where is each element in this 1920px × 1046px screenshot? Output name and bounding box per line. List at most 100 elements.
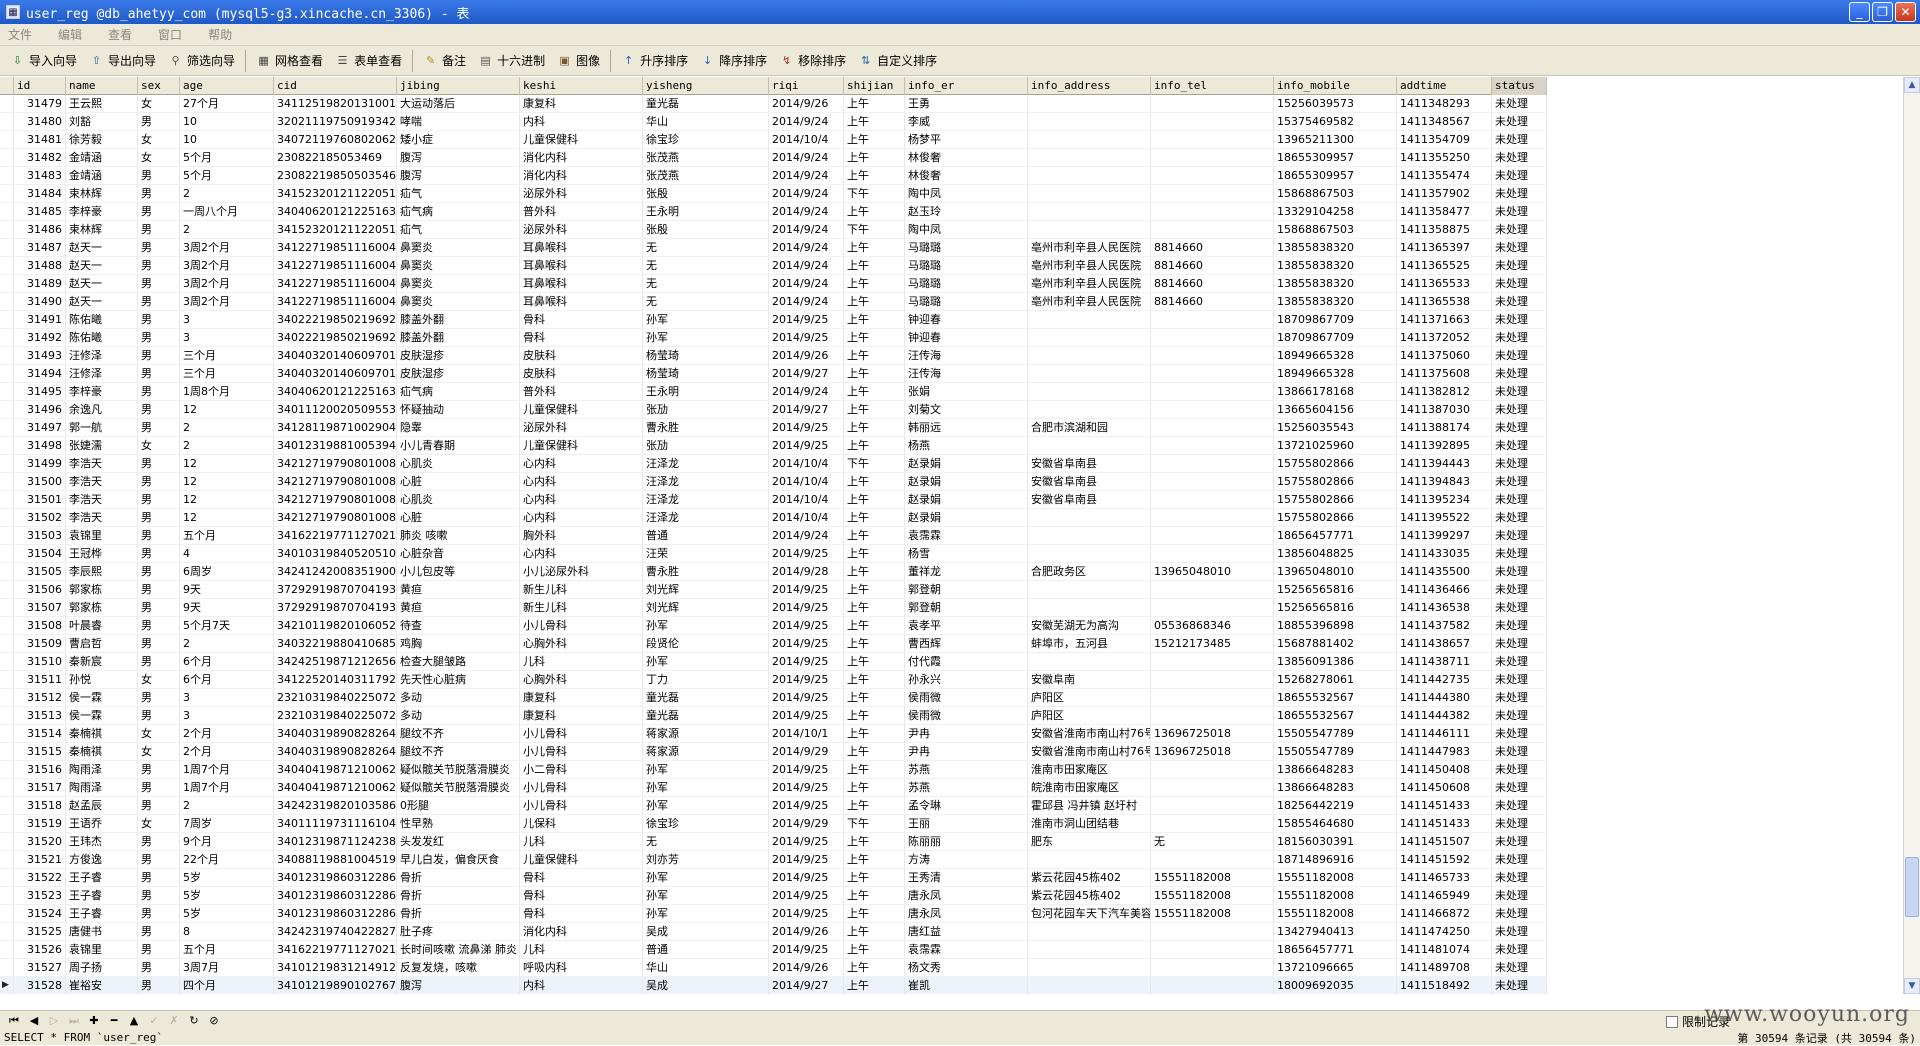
- cell-yisheng[interactable]: 张茂燕: [643, 149, 769, 166]
- cell-age[interactable]: 10: [180, 113, 274, 130]
- cell-shijian[interactable]: 上午: [844, 365, 905, 382]
- cell-jibing[interactable]: 腿纹不齐: [397, 725, 520, 742]
- cell-info-mobile[interactable]: 18655309957: [1274, 167, 1397, 184]
- cell-info-er[interactable]: 赵录娟: [905, 509, 1028, 526]
- cell-info-address[interactable]: 淮南市洞山团结巷: [1028, 815, 1151, 832]
- cell-age[interactable]: 5个月: [180, 167, 274, 184]
- cell-name[interactable]: 王语乔: [66, 815, 138, 832]
- table-row[interactable]: 31505 李辰熙男 6周岁 342412420083519004 小儿包皮等 小儿泌尿外…: [0, 563, 1547, 581]
- row-marker[interactable]: [0, 959, 14, 976]
- cell-riqi[interactable]: 2014/9/25: [769, 419, 844, 436]
- cell-info-address[interactable]: 庐阳区: [1028, 707, 1151, 724]
- cell-yisheng[interactable]: 刘光辉: [643, 599, 769, 616]
- table-row[interactable]: 31517 陶雨泽男 1周7个月 340404198712100627 疑似髋关节脱落滑…: [0, 779, 1547, 797]
- cell-sex[interactable]: 女: [138, 131, 180, 148]
- cell-addtime[interactable]: 1411388174: [1397, 419, 1492, 436]
- row-marker[interactable]: [0, 131, 14, 148]
- cell-age[interactable]: 1周7个月: [180, 779, 274, 796]
- cell-info-er[interactable]: 袁霈霖: [905, 527, 1028, 544]
- cell-age[interactable]: 10: [180, 131, 274, 148]
- cell-keshi[interactable]: 泌尿外科: [520, 185, 643, 202]
- cell-name[interactable]: 刘豁: [66, 113, 138, 130]
- cell-riqi[interactable]: 2014/9/26: [769, 959, 844, 976]
- cell-info-tel[interactable]: 13696725018: [1151, 725, 1274, 742]
- cell-age[interactable]: 五个月: [180, 527, 274, 544]
- cell-info-tel[interactable]: [1151, 581, 1274, 598]
- cell-info-mobile[interactable]: 13665604156: [1274, 401, 1397, 418]
- cell-info-er[interactable]: 王秀清: [905, 869, 1028, 886]
- cell-riqi[interactable]: 2014/9/25: [769, 761, 844, 778]
- cell-age[interactable]: 3: [180, 329, 274, 346]
- cell-addtime[interactable]: 1411365538: [1397, 293, 1492, 310]
- cell-name[interactable]: 陶雨泽: [66, 761, 138, 778]
- cell-cid[interactable]: 340111200205095533: [274, 401, 397, 418]
- cell-id[interactable]: 31513: [14, 707, 66, 724]
- cell-shijian[interactable]: 上午: [844, 581, 905, 598]
- cell-info-mobile[interactable]: 15855464680: [1274, 815, 1397, 832]
- row-marker[interactable]: [0, 761, 14, 778]
- cell-addtime[interactable]: 1411399297: [1397, 527, 1492, 544]
- cell-info-mobile[interactable]: 15505547789: [1274, 725, 1397, 742]
- cell-riqi[interactable]: 2014/10/4: [769, 131, 844, 148]
- cell-age[interactable]: 12: [180, 473, 274, 490]
- cell-addtime[interactable]: 1411489708: [1397, 959, 1492, 976]
- cell-name[interactable]: 袁锦里: [66, 527, 138, 544]
- cell-keshi[interactable]: 心内科: [520, 509, 643, 526]
- cell-sex[interactable]: 男: [138, 293, 180, 310]
- cell-cid[interactable]: 230822185053469: [274, 149, 397, 166]
- custom-sort-button[interactable]: ⇅ 自定义排序: [852, 49, 943, 73]
- cell-info-tel[interactable]: 13696725018: [1151, 743, 1274, 760]
- cell-status[interactable]: 未处理: [1492, 329, 1547, 346]
- table-row[interactable]: 31488 赵天一男 3周2个月 341227198511160046 鼻窦炎 耳鼻喉科无…: [0, 257, 1547, 275]
- cell-yisheng[interactable]: 孙军: [643, 653, 769, 670]
- cell-status[interactable]: 未处理: [1492, 401, 1547, 418]
- cell-riqi[interactable]: 2014/9/24: [769, 527, 844, 544]
- cell-info-er[interactable]: 郭登朝: [905, 581, 1028, 598]
- cell-cid[interactable]: 342101198201060527: [274, 617, 397, 634]
- cell-keshi[interactable]: 儿童保健科: [520, 401, 643, 418]
- cell-info-er[interactable]: 杨燕: [905, 437, 1028, 454]
- cell-riqi[interactable]: 2014/10/4: [769, 473, 844, 490]
- table-row[interactable]: 31512 侯一霖男 3 232103198402250728 多动 康复科 童光磊 2014…: [0, 689, 1547, 707]
- cell-yisheng[interactable]: 曹永胜: [643, 419, 769, 436]
- cell-info-address[interactable]: 皖淮南市田家庵区: [1028, 779, 1151, 796]
- cell-addtime[interactable]: 1411465733: [1397, 869, 1492, 886]
- cell-cid[interactable]: 340123198603122862: [274, 905, 397, 922]
- cell-info-tel[interactable]: [1151, 851, 1274, 868]
- cell-addtime[interactable]: 1411382812: [1397, 383, 1492, 400]
- cell-info-mobile[interactable]: 15256565816: [1274, 599, 1397, 616]
- table-row[interactable]: 31481 徐芳毅女 10 340721197608020625 矮小症 儿童保健科 徐宝珍…: [0, 131, 1547, 149]
- cell-info-address[interactable]: [1028, 653, 1151, 670]
- row-marker[interactable]: [0, 923, 14, 940]
- cell-keshi[interactable]: 耳鼻喉科: [520, 239, 643, 256]
- table-row[interactable]: 31515 秦楠祺女 2个月 340403198908282649 腿纹不齐 小儿骨科 蒋家…: [0, 743, 1547, 761]
- cell-info-tel[interactable]: [1151, 347, 1274, 364]
- cell-yisheng[interactable]: 汪泽龙: [643, 509, 769, 526]
- cell-shijian[interactable]: 上午: [844, 95, 905, 112]
- row-marker[interactable]: [0, 653, 14, 670]
- cell-age[interactable]: 9天: [180, 599, 274, 616]
- scroll-down-icon[interactable]: ▼: [1904, 978, 1920, 994]
- table-row[interactable]: 31514 秦楠祺女 2个月 340403198908282649 腿纹不齐 小儿骨科 蒋家…: [0, 725, 1547, 743]
- cell-yisheng[interactable]: 孙军: [643, 311, 769, 328]
- cell-jibing[interactable]: 0形腿: [397, 797, 520, 814]
- cell-info-tel[interactable]: [1151, 437, 1274, 454]
- cell-yisheng[interactable]: 蒋家源: [643, 725, 769, 742]
- cell-shijian[interactable]: 下午: [844, 455, 905, 472]
- column-header-info-address[interactable]: info_address: [1028, 77, 1151, 95]
- cell-info-address[interactable]: [1028, 545, 1151, 562]
- cell-info-mobile[interactable]: 15551182008: [1274, 869, 1397, 886]
- cell-shijian[interactable]: 上午: [844, 941, 905, 958]
- cell-status[interactable]: 未处理: [1492, 887, 1547, 904]
- row-marker[interactable]: [0, 185, 14, 202]
- cell-sex[interactable]: 男: [138, 329, 180, 346]
- cell-status[interactable]: 未处理: [1492, 473, 1547, 490]
- cell-info-er[interactable]: 杨雪: [905, 545, 1028, 562]
- cell-addtime[interactable]: 1411436538: [1397, 599, 1492, 616]
- cell-riqi[interactable]: 2014/9/24: [769, 113, 844, 130]
- cell-jibing[interactable]: 多动: [397, 707, 520, 724]
- cell-info-mobile[interactable]: 18714896916: [1274, 851, 1397, 868]
- cell-info-address[interactable]: [1028, 131, 1151, 148]
- cell-name[interactable]: 李浩天: [66, 455, 138, 472]
- cell-info-address[interactable]: 肥东: [1028, 833, 1151, 850]
